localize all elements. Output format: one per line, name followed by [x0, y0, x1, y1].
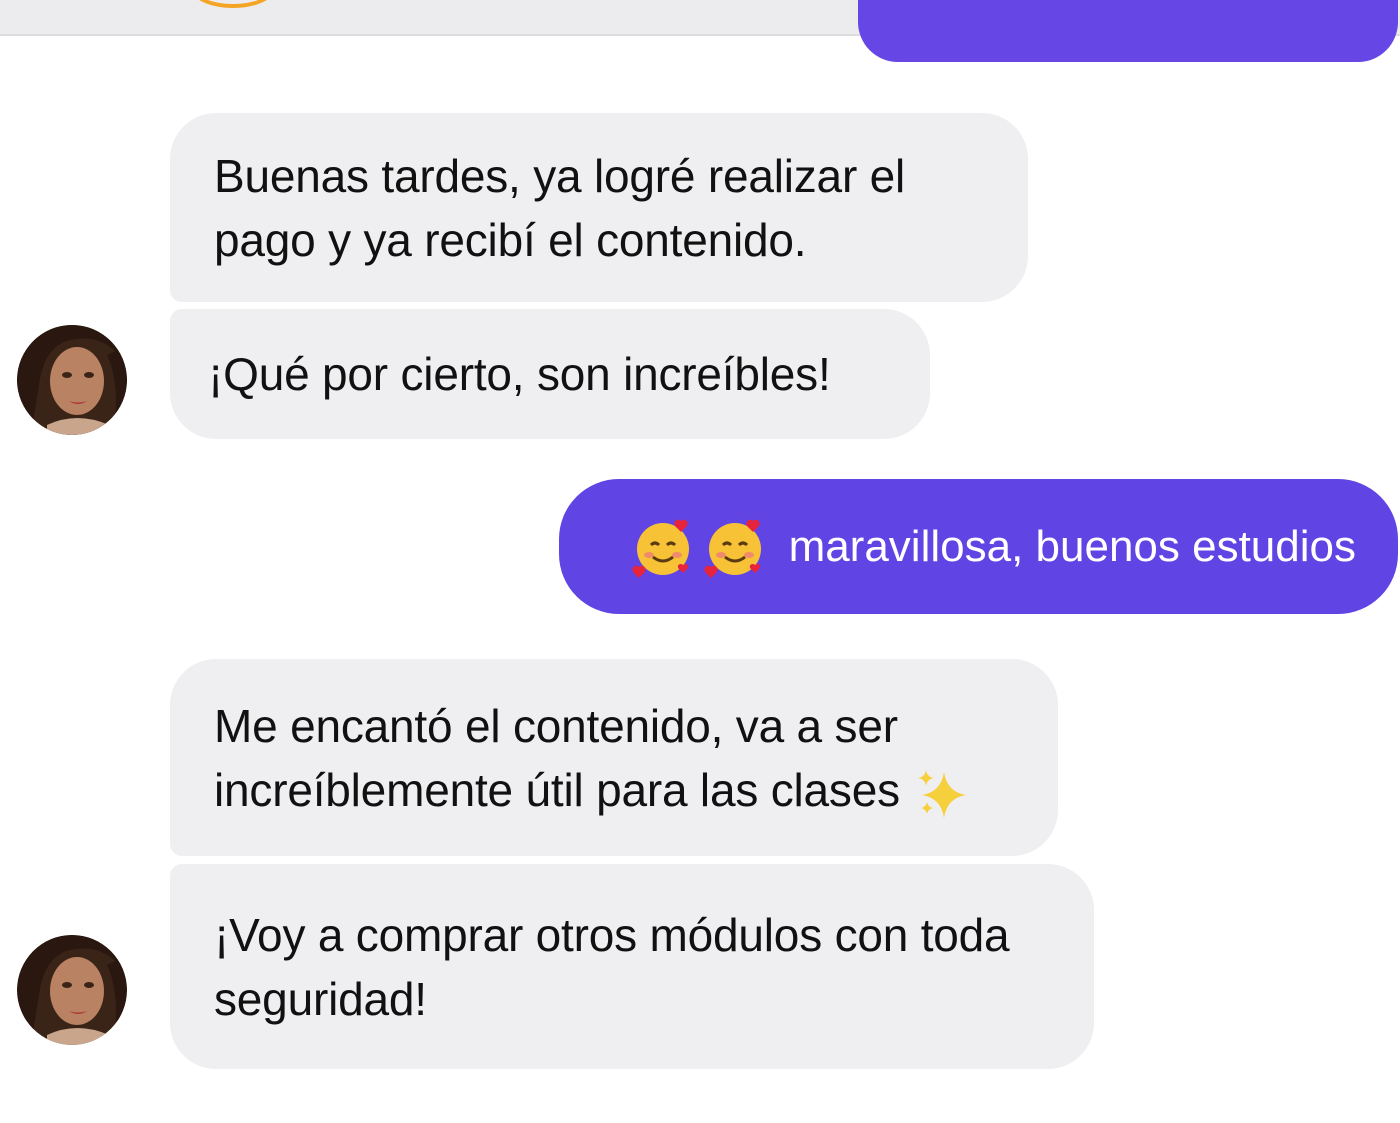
outgoing-message-bubble: maravillosa, buenos estudios	[559, 479, 1398, 614]
message-text: Buenas tardes, ya logré realizar el pago…	[214, 149, 906, 266]
contact-avatar[interactable]	[17, 935, 127, 1045]
contact-avatar[interactable]	[17, 325, 127, 435]
message-text: maravillosa, buenos estudios	[788, 521, 1356, 571]
sparkles-icon	[914, 766, 972, 820]
smiling-face-with-hearts-icon	[631, 515, 695, 579]
smiling-face-with-hearts-icon	[703, 515, 767, 579]
incoming-message-bubble: Me encantó el contenido, va a ser increí…	[170, 659, 1058, 856]
previous-outgoing-message	[858, 0, 1398, 62]
incoming-message-bubble: Buenas tardes, ya logré realizar el pago…	[170, 113, 1028, 302]
message-text: Me encantó el contenido, va a ser increí…	[214, 694, 972, 822]
header-icon[interactable]	[190, 0, 276, 8]
message-text: ¡Voy a comprar otros módulos con toda se…	[214, 908, 1010, 1025]
message-text: ¡Qué por cierto, son increíbles!	[208, 348, 831, 400]
incoming-message-bubble: ¡Qué por cierto, son increíbles!	[170, 309, 930, 439]
incoming-message-bubble: ¡Voy a comprar otros módulos con toda se…	[170, 864, 1094, 1069]
